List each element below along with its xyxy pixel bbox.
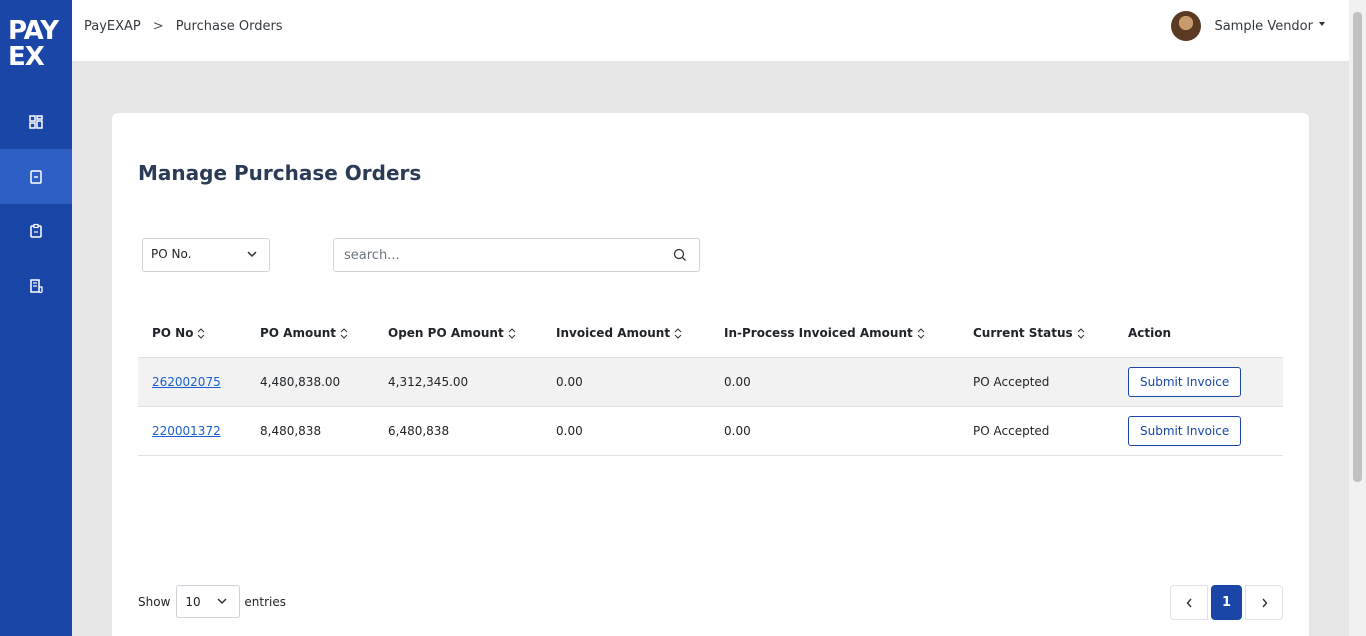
header-po-amount[interactable]: PO Amount — [246, 309, 374, 357]
next-page-button[interactable] — [1245, 585, 1283, 620]
chevron-right-icon — [1261, 598, 1267, 607]
page-title: Manage Purchase Orders — [138, 161, 422, 185]
vertical-scrollbar[interactable] — [1349, 0, 1366, 636]
table-row: 262002075 4,480,838.00 4,312,345.00 0.00… — [138, 356, 1283, 406]
cell-in-process-amount: 0.00 — [710, 405, 959, 456]
cell-po-amount: 4,480,838.00 — [246, 356, 374, 406]
cell-status: PO Accepted — [959, 405, 1114, 456]
page-length-select[interactable]: 10 — [176, 585, 241, 618]
submit-invoice-button[interactable]: Submit Invoice — [1128, 415, 1242, 446]
top-bar: PayEXAP > Purchase Orders Sample Vendor — [72, 0, 1349, 61]
previous-page-button[interactable] — [1170, 585, 1208, 620]
pagination: 1 — [1170, 585, 1283, 620]
sort-icon — [340, 328, 348, 339]
cell-po-no: 262002075 — [138, 356, 246, 406]
cell-po-no: 220001372 — [138, 405, 246, 456]
entries-label: entries — [244, 594, 286, 609]
filter-selected-value: PO No. — [151, 247, 192, 261]
sort-icon — [508, 328, 516, 339]
cell-status: PO Accepted — [959, 356, 1114, 406]
purchase-orders-card: Manage Purchase Orders PO No. PO No PO A… — [112, 113, 1309, 636]
search-input[interactable] — [334, 239, 654, 271]
invoice-icon — [30, 278, 43, 293]
scrollbar-thumb[interactable] — [1353, 12, 1362, 482]
header-invoiced-amount[interactable]: Invoiced Amount — [542, 309, 710, 357]
avatar — [1171, 11, 1202, 41]
breadcrumb: PayEXAP > Purchase Orders — [84, 19, 283, 34]
cell-open-po-amount: 6,480,838 — [374, 405, 542, 456]
sidebar-item-dashboard[interactable] — [0, 94, 72, 149]
breadcrumb-current: Purchase Orders — [175, 19, 283, 34]
sort-icon — [917, 328, 925, 339]
cell-po-amount: 8,480,838 — [246, 405, 374, 456]
header-open-po-amount[interactable]: Open PO Amount — [374, 309, 542, 357]
header-action: Action — [1128, 325, 1172, 340]
table-row: 220001372 8,480,838 6,480,838 0.00 0.00 … — [138, 405, 1283, 456]
show-label: Show — [138, 594, 171, 609]
cell-action: Submit Invoice — [1114, 405, 1283, 456]
dashboard-icon — [29, 114, 43, 129]
purchase-orders-table: PO No PO Amount Open PO Amount Invoiced … — [138, 309, 1283, 456]
submit-invoice-button[interactable]: Submit Invoice — [1128, 366, 1242, 397]
sort-icon — [198, 328, 205, 339]
payex-logo[interactable]: PAY EX — [8, 18, 64, 76]
caret-down-icon — [1319, 22, 1325, 26]
breadcrumb-root[interactable]: PayEXAP — [84, 19, 141, 34]
breadcrumb-separator: > — [152, 19, 164, 34]
po-number-link[interactable]: 262002075 — [152, 375, 221, 389]
chevron-down-icon — [217, 598, 227, 605]
po-number-link[interactable]: 220001372 — [152, 424, 221, 438]
sort-icon — [1077, 328, 1085, 339]
table-header-row: PO No PO Amount Open PO Amount Invoiced … — [138, 309, 1283, 357]
header-current-status[interactable]: Current Status — [959, 309, 1114, 357]
clipboard-icon — [30, 223, 42, 238]
chevron-left-icon — [1186, 598, 1192, 607]
cell-open-po-amount: 4,312,345.00 — [374, 356, 542, 406]
search-icon[interactable] — [673, 248, 687, 262]
purchase-order-icon — [30, 169, 42, 184]
cell-invoiced-amount: 0.00 — [542, 356, 710, 406]
sidebar: PAY EX — [0, 0, 72, 636]
cell-invoiced-amount: 0.00 — [542, 405, 710, 456]
chevron-down-icon — [247, 251, 257, 258]
sidebar-item-purchase-orders[interactable] — [0, 149, 72, 204]
sidebar-item-invoices[interactable] — [0, 258, 72, 313]
page-number-button[interactable]: 1 — [1211, 585, 1242, 620]
page-length-control: Show 10 entries — [138, 585, 286, 618]
user-menu[interactable]: Sample Vendor — [1171, 11, 1325, 41]
header-po-no[interactable]: PO No — [138, 309, 246, 357]
cell-in-process-amount: 0.00 — [710, 356, 959, 406]
sort-icon — [674, 328, 682, 339]
sidebar-item-clipboard[interactable] — [0, 203, 72, 258]
user-name: Sample Vendor — [1214, 18, 1313, 34]
page-length-value: 10 — [185, 595, 201, 609]
filter-field-select[interactable]: PO No. — [142, 238, 270, 272]
search-box — [333, 238, 700, 272]
header-in-process-invoiced-amount[interactable]: In-Process Invoiced Amount — [710, 309, 959, 357]
cell-action: Submit Invoice — [1114, 356, 1283, 406]
